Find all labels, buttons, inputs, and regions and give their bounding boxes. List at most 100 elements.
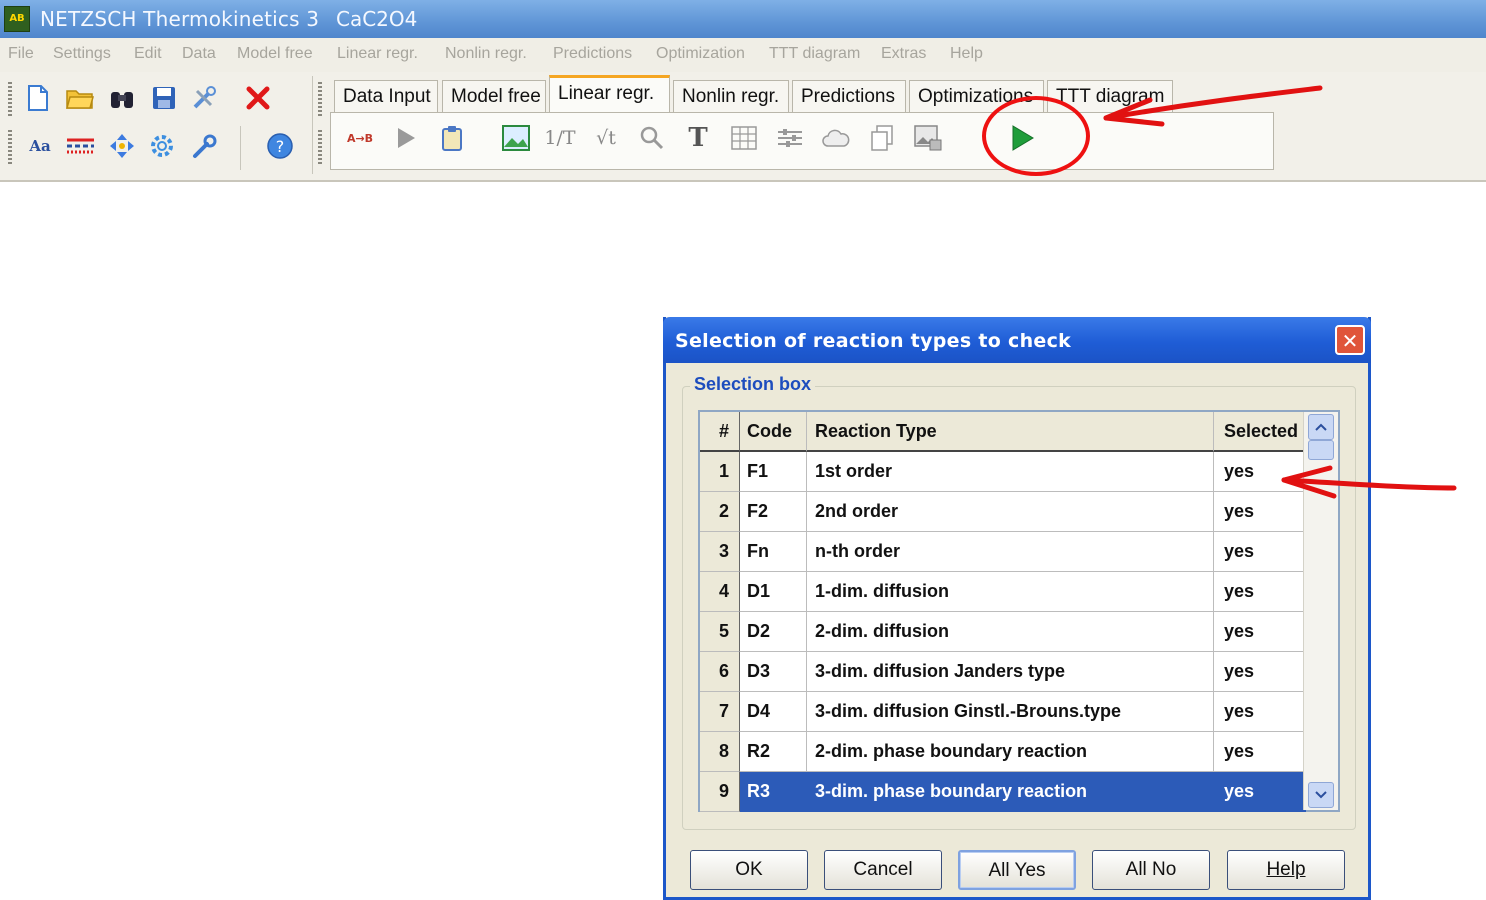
row-number: 7 [700,692,740,732]
selected-cell[interactable]: yes [1214,572,1306,612]
menu-linear-regr[interactable]: Linear regr. [337,45,418,63]
table-icon[interactable] [729,123,759,153]
menu-help[interactable]: Help [950,45,983,63]
dialog-title-bar[interactable]: Selection of reaction types to check ✕ [663,317,1371,363]
toolbar-grip[interactable] [8,130,12,166]
row-number: 2 [700,492,740,532]
scroll-up-button[interactable] [1308,414,1334,440]
reaction-code: D2 [740,612,807,652]
tab-model-free[interactable]: Model free [442,80,546,112]
column-header-number[interactable]: # [700,412,740,452]
ok-button[interactable]: OK [690,850,808,890]
table-row[interactable]: 1 F1 1st order yes [700,452,1306,492]
menu-optimization[interactable]: Optimization [656,45,745,63]
reaction-code: Fn [740,532,807,572]
toolbar-grip[interactable] [8,82,12,118]
settings-gear-icon[interactable] [148,132,176,160]
zoom-icon[interactable] [637,123,667,153]
tab-linear-regr[interactable]: Linear regr. [549,75,670,113]
cancel-button[interactable]: Cancel [824,850,942,890]
reaction-code: R3 [740,772,807,812]
text-icon[interactable]: T [683,123,713,153]
menu-edit[interactable]: Edit [134,45,162,63]
help-icon[interactable]: ? [266,132,294,160]
all-no-button[interactable]: All No [1092,850,1210,890]
move-icon[interactable] [108,132,136,160]
copy-icon[interactable] [867,123,897,153]
column-header-reaction-type[interactable]: Reaction Type [807,412,1214,452]
menu-model-free[interactable]: Model free [237,45,313,63]
all-yes-button[interactable]: All Yes [958,850,1076,890]
help-button[interactable]: Help [1227,850,1345,890]
table-row-selected[interactable]: 9 R3 3-dim. phase boundary reaction yes [700,772,1306,812]
open-folder-icon[interactable] [66,84,94,112]
toolbar-separator [240,126,241,170]
inverse-t-icon[interactable]: 1/T [544,123,575,153]
tab-data-input[interactable]: Data Input [334,80,438,112]
menu-settings[interactable]: Settings [53,45,111,63]
reaction-type: 1st order [807,452,1214,492]
table-row[interactable]: 8 R2 2-dim. phase boundary reaction yes [700,732,1306,772]
selected-cell[interactable]: yes [1214,652,1306,692]
binoculars-icon[interactable] [108,84,136,112]
sliders-icon[interactable] [775,123,805,153]
table-row[interactable]: 4 D1 1-dim. diffusion yes [700,572,1306,612]
menu-file[interactable]: File [8,45,34,63]
reaction-code: F1 [740,452,807,492]
table-row[interactable]: 5 D2 2-dim. diffusion yes [700,612,1306,652]
font-icon[interactable]: Aa [26,132,54,160]
table-row[interactable]: 2 F2 2nd order yes [700,492,1306,532]
toolbar-grip[interactable] [318,82,322,118]
delete-icon[interactable] [244,84,272,112]
annotation-arrow-icon [1281,465,1457,499]
row-number: 6 [700,652,740,692]
reaction-code: R2 [740,732,807,772]
a-to-b-icon[interactable]: A→B [345,123,375,153]
menu-extras[interactable]: Extras [881,45,926,63]
sqrt-t-icon[interactable]: √t [591,123,621,153]
scroll-down-button[interactable] [1308,782,1334,808]
tab-nonlin-regr[interactable]: Nonlin regr. [673,80,789,112]
new-file-icon[interactable] [24,84,52,112]
reaction-type: 2-dim. diffusion [807,612,1214,652]
row-number: 3 [700,532,740,572]
menu-predictions[interactable]: Predictions [553,45,632,63]
column-header-selected[interactable]: Selected [1214,412,1306,452]
selected-cell[interactable]: yes [1214,692,1306,732]
cloud-icon[interactable] [821,123,851,153]
reaction-code: D1 [740,572,807,612]
chart-image-icon[interactable] [501,123,531,153]
chevron-down-icon [1315,791,1327,799]
column-header-code[interactable]: Code [740,412,807,452]
clipboard-icon[interactable] [437,123,467,153]
menu-ttt-diagram[interactable]: TTT diagram [769,45,860,63]
app-title: NETZSCH Thermokinetics 3 [40,7,320,31]
tools-icon[interactable] [190,84,218,112]
reaction-types-table: # Code Reaction Type Selected 1 F1 1st o… [698,410,1340,812]
annotation-circle [982,96,1090,176]
selected-cell[interactable]: yes [1214,532,1306,572]
menu-nonlin-regr[interactable]: Nonlin regr. [445,45,527,63]
scrollbar-thumb[interactable] [1308,440,1334,460]
wrench-icon[interactable] [190,132,218,160]
chevron-up-icon [1315,423,1327,431]
line-style-icon[interactable] [66,132,94,160]
play-gray-icon[interactable] [391,123,421,153]
save-icon[interactable] [150,84,178,112]
close-icon: ✕ [1341,329,1359,353]
close-button[interactable]: ✕ [1335,325,1365,355]
svg-text:?: ? [276,137,285,156]
toolbar-grip[interactable] [318,130,322,166]
selected-cell[interactable]: yes [1214,732,1306,772]
table-row[interactable]: 7 D4 3-dim. diffusion Ginstl.-Brouns.typ… [700,692,1306,732]
menu-data[interactable]: Data [182,45,216,63]
title-bar: AB NETZSCH Thermokinetics 3 CaC2O4 [0,0,1486,38]
table-row[interactable]: 6 D3 3-dim. diffusion Janders type yes [700,652,1306,692]
selected-cell[interactable]: yes [1214,612,1306,652]
table-row[interactable]: 3 Fn n-th order yes [700,532,1306,572]
selected-cell[interactable]: yes [1214,772,1306,812]
reaction-type: 3-dim. diffusion Ginstl.-Brouns.type [807,692,1214,732]
tab-predictions[interactable]: Predictions [792,80,906,112]
export-image-icon[interactable] [913,123,943,153]
row-number: 9 [700,772,740,812]
